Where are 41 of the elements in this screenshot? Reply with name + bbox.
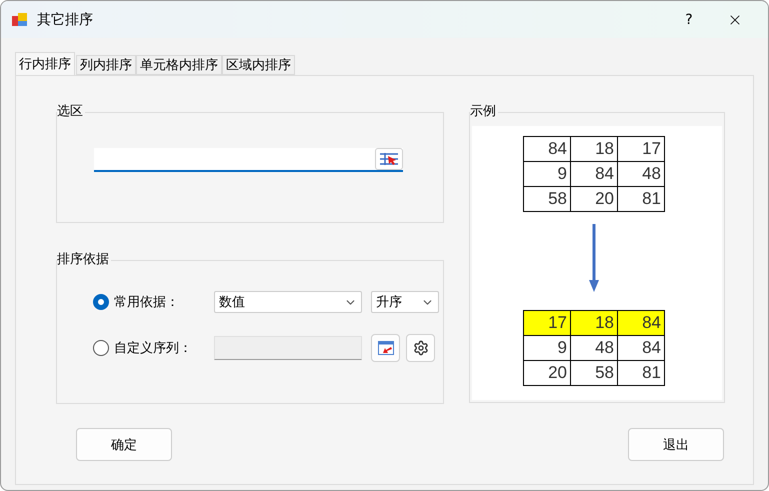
settings-button[interactable] bbox=[406, 334, 435, 362]
table-cell: 18 bbox=[570, 136, 618, 162]
table-cell: 18 bbox=[570, 310, 618, 336]
tab[interactable]: 行内排序 bbox=[15, 52, 75, 75]
range-field[interactable] bbox=[94, 148, 403, 172]
table-cell: 58 bbox=[570, 360, 618, 386]
down-arrow-icon bbox=[589, 224, 599, 292]
dialog-button[interactable]: 退出 bbox=[628, 428, 724, 461]
grid-cursor-icon bbox=[379, 152, 399, 166]
table-cell: 17 bbox=[618, 136, 664, 162]
tab[interactable]: 单元格内排序 bbox=[136, 55, 222, 75]
table-cell: 20 bbox=[524, 360, 570, 386]
window-title: 其它排序 bbox=[37, 10, 94, 28]
dropdown[interactable]: 升序 bbox=[371, 291, 439, 313]
table-cell: 81 bbox=[618, 186, 664, 212]
table-cell: 9 bbox=[524, 162, 570, 186]
table-cell: 17 bbox=[524, 310, 570, 336]
range-picker-button[interactable] bbox=[375, 148, 403, 170]
radio-button[interactable] bbox=[93, 340, 109, 356]
table-cell: 58 bbox=[524, 186, 570, 212]
app-icon bbox=[11, 10, 29, 28]
sequence-field[interactable] bbox=[214, 336, 362, 360]
help-button[interactable]: ? bbox=[666, 1, 712, 38]
tab[interactable]: 列内排序 bbox=[76, 55, 136, 75]
table-cell: 84 bbox=[618, 310, 664, 336]
table-cell: 48 bbox=[618, 162, 664, 186]
table-cell: 81 bbox=[618, 360, 664, 386]
dropdown[interactable]: 数值 bbox=[214, 291, 362, 313]
table-cell: 9 bbox=[524, 336, 570, 360]
table-cell: 84 bbox=[570, 162, 618, 186]
table-cell: 48 bbox=[570, 336, 618, 360]
radio-button[interactable] bbox=[93, 294, 109, 310]
table-cell: 84 bbox=[524, 136, 570, 162]
table-cell: 20 bbox=[570, 186, 618, 212]
option-label: 常用依据： bbox=[114, 294, 180, 311]
tab[interactable]: 区域内排序 bbox=[222, 55, 295, 75]
import-button[interactable] bbox=[371, 334, 400, 362]
settings-icon bbox=[412, 340, 428, 356]
option-label: 自定义序列： bbox=[114, 340, 193, 357]
dialog-button[interactable]: 确定 bbox=[76, 428, 172, 461]
table-cell: 84 bbox=[618, 336, 664, 360]
